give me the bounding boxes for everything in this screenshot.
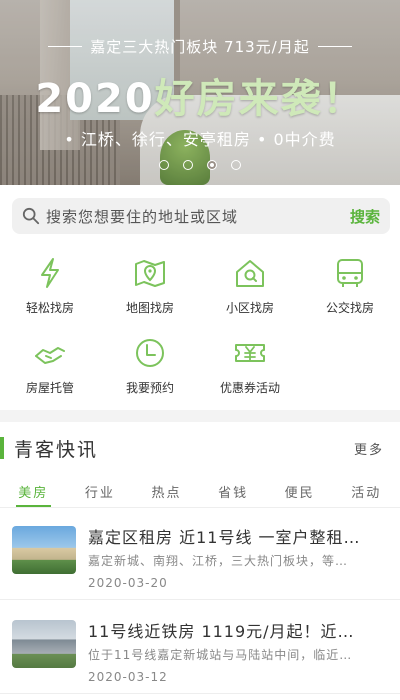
article-date: 2020-03-12: [88, 670, 168, 684]
handshake-icon: [35, 347, 65, 364]
carousel-dot[interactable]: [231, 160, 241, 170]
article-description: 嘉定新城、南翔、江桥，三大热门板块，等…: [88, 554, 349, 568]
article-title: 11号线近铁房 1119元/月起！近…: [88, 622, 355, 641]
article-thumbnail: [12, 526, 76, 574]
feature-property-hosting[interactable]: 房屋托管: [0, 332, 100, 412]
tab-industry[interactable]: 行业: [67, 474, 134, 507]
banner-dash-left: [48, 46, 83, 47]
tab-hot[interactable]: 热点: [133, 474, 200, 507]
feature-label: 优惠券活动: [219, 381, 280, 395]
article-title: 嘉定区租房 近11号线 一室户整租…: [88, 528, 361, 547]
promo-banner[interactable]: 嘉定三大热门板块 713元/月起 2020好房来袭！ • 江桥、徐行、安亭租房 …: [0, 0, 400, 185]
tab-events[interactable]: 活动: [333, 474, 400, 507]
banner-dash-right: [317, 46, 352, 47]
feature-label: 房屋托管: [25, 381, 74, 395]
clock-icon: [136, 339, 164, 367]
tab-convenience[interactable]: 便民: [266, 474, 333, 507]
feature-map-find[interactable]: 地图找房: [100, 252, 200, 332]
coupon-icon: [235, 344, 265, 362]
tab-beautiful-homes[interactable]: 美房: [0, 474, 67, 507]
news-header: 青客快讯 更多: [0, 432, 400, 464]
news-more-link[interactable]: 更多: [354, 439, 384, 458]
banner-headline-year: 2020: [35, 76, 155, 122]
bus-icon: [337, 259, 363, 287]
feature-coupon[interactable]: 优惠券活动: [200, 332, 300, 412]
news-article[interactable]: 嘉定区租房 近11号线 一室户整租… 嘉定新城、南翔、江桥，三大热门板块，等… …: [0, 512, 400, 600]
feature-bus-find[interactable]: 公交找房: [300, 252, 400, 332]
search-icon: [22, 207, 40, 225]
section-divider: [0, 410, 400, 422]
feature-grid: 轻松找房 地图找房 小区找房 公交找房 房屋托管 我要预约 优惠券活动: [0, 252, 400, 412]
news-article[interactable]: 11号线近铁房 1119元/月起！近… 位于11号线嘉定新城站与马陆站中间，临近…: [0, 606, 400, 694]
banner-top-text: 嘉定三大热门板块 713元/月起: [90, 38, 310, 56]
banner-headline: 2020好房来袭！: [0, 66, 400, 124]
article-date: 2020-03-20: [88, 576, 168, 590]
feature-label: 小区找房: [225, 301, 274, 315]
house-icon: [236, 260, 264, 287]
article-description: 位于11号线嘉定新城站与马陆站中间，临近…: [88, 648, 353, 662]
feature-community-find[interactable]: 小区找房: [200, 252, 300, 332]
news-title-accent-bar: [0, 437, 4, 459]
carousel-dot[interactable]: [183, 160, 193, 170]
carousel-dot-active[interactable]: [207, 160, 217, 170]
map-pin-icon: [135, 260, 165, 287]
search-button[interactable]: 搜索: [350, 206, 380, 227]
news-title: 青客快讯: [14, 438, 99, 461]
banner-headline-text: 好房来袭！: [154, 76, 365, 122]
feature-label: 我要预约: [125, 381, 174, 395]
feature-label: 轻松找房: [25, 301, 74, 315]
news-tabs: 美房 行业 热点 省钱 便民 活动: [0, 474, 400, 508]
lightning-icon: [41, 258, 59, 288]
search-bar[interactable]: 搜索您想要住的地址或区域 搜索: [12, 198, 390, 234]
feature-easy-find[interactable]: 轻松找房: [0, 252, 100, 332]
banner-top-line: 嘉定三大热门板块 713元/月起: [0, 36, 400, 57]
feature-appointment[interactable]: 我要预约: [100, 332, 200, 412]
feature-label: 地图找房: [125, 301, 174, 315]
banner-subtitle: • 江桥、徐行、安亭租房 • 0中介费: [64, 130, 336, 149]
article-thumbnail: [12, 620, 76, 668]
carousel-dots: [0, 160, 400, 170]
feature-label: 公交找房: [325, 301, 374, 315]
tab-save-money[interactable]: 省钱: [200, 474, 267, 507]
search-input[interactable]: 搜索您想要住的地址或区域: [46, 206, 350, 227]
carousel-dot[interactable]: [159, 160, 169, 170]
